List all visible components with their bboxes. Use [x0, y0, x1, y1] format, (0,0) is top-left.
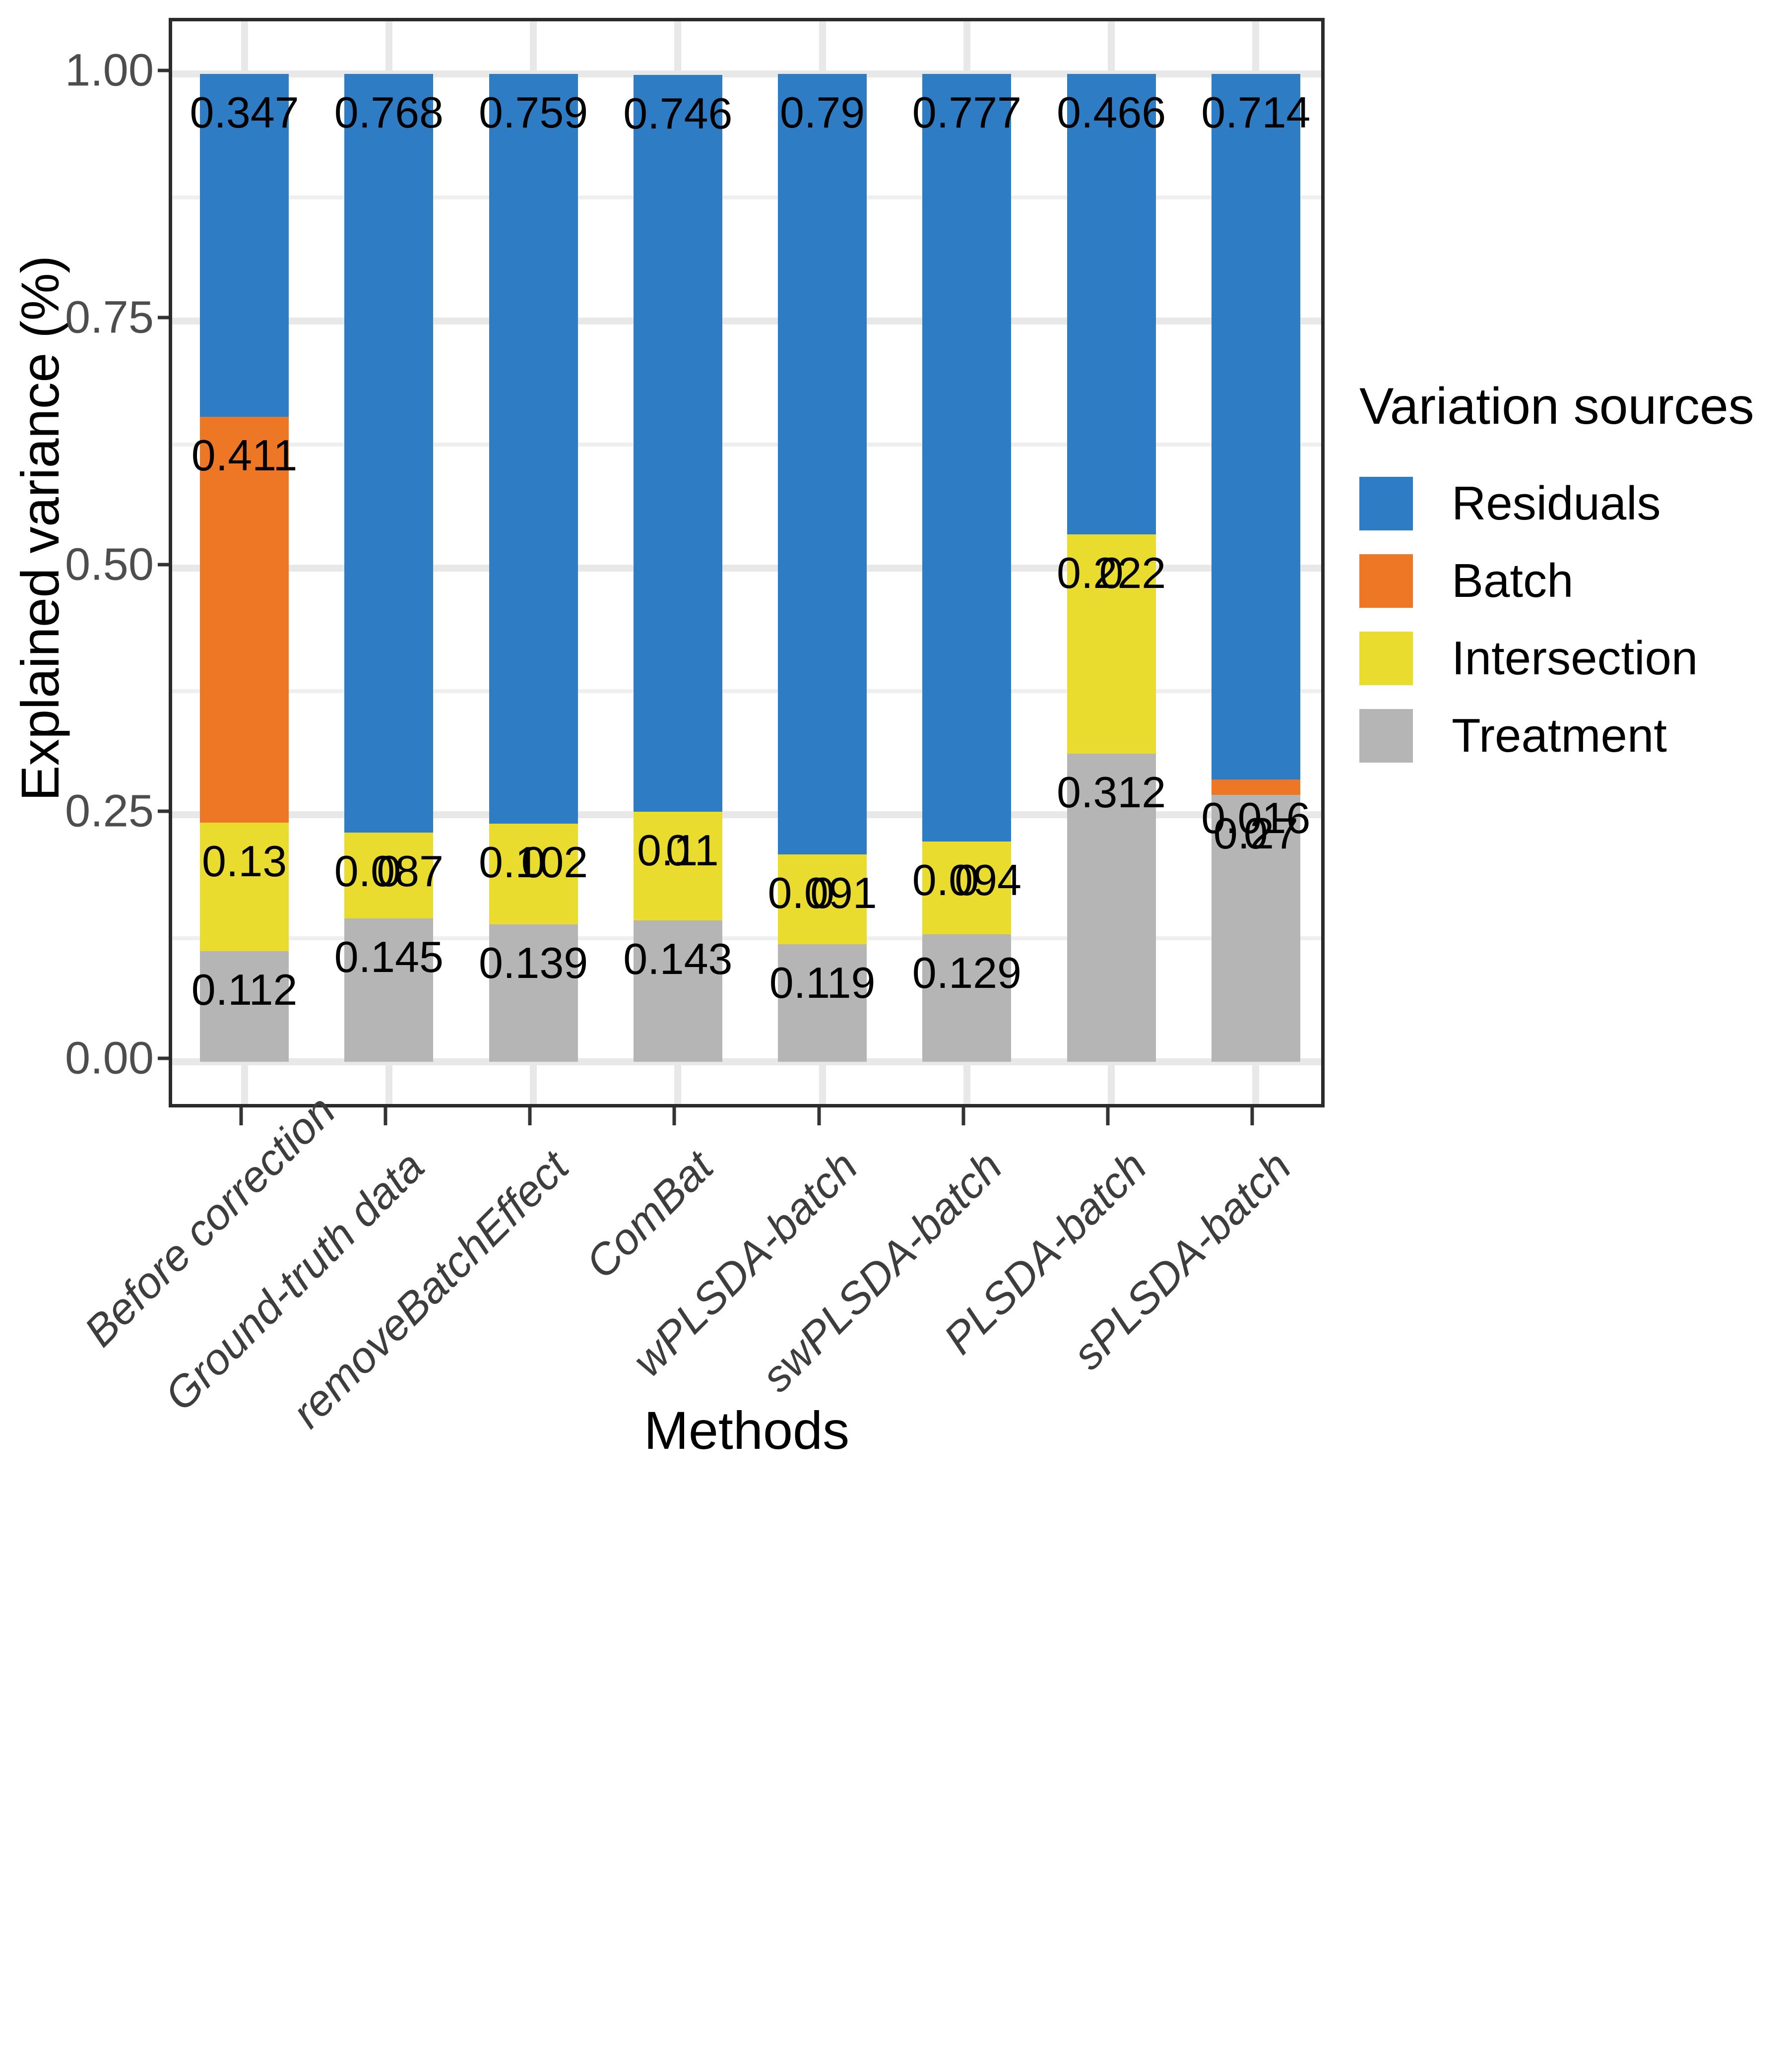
bar-value-label: 0.347 — [190, 88, 299, 137]
bar-value-label: 0 — [521, 838, 546, 887]
y-axis-tick-label: 0.00 — [64, 1033, 154, 1084]
bar-segment-residuals[interactable] — [922, 74, 1012, 842]
bar-value-label: 0.143 — [623, 934, 733, 984]
bar-value-label: 0.714 — [1201, 88, 1311, 137]
x-axis-tick-mark — [817, 1107, 821, 1125]
bar-column[interactable]: 0.112 0.13 0.411 0.347 — [190, 21, 299, 1104]
bar-value-label: 0.466 — [1057, 88, 1166, 137]
bar-column[interactable]: 0.119 0.091 0 0.79 — [768, 21, 877, 1104]
bar-value-label: 0.312 — [1057, 767, 1166, 817]
bar-value-label: 0.79 — [779, 88, 865, 137]
legend-items: Residuals Batch Intersection Treatment — [1359, 465, 1766, 775]
bar-segment-residuals[interactable] — [778, 74, 867, 854]
bar-value-label: 0 — [377, 846, 401, 896]
bar-value-label: 0.112 — [191, 965, 298, 1014]
bar-value-label: 0.13 — [201, 837, 287, 886]
legend-item-label: Residuals — [1452, 477, 1661, 530]
x-axis-tick-mark — [1106, 1107, 1110, 1125]
legend-title: Variation sources — [1359, 378, 1754, 435]
x-axis-title: Methods — [643, 1400, 850, 1460]
legend-item-residuals[interactable]: Residuals — [1359, 465, 1766, 542]
legend-swatch-icon — [1359, 709, 1413, 763]
plot-panel: 0.112 0.13 0.411 0.347 0.145 0.087 0 0.768 0.139… — [169, 18, 1325, 1107]
bar-value-label: 0.129 — [912, 948, 1021, 998]
variation-sources-stacked-bar-chart: Explained variance (%) 0.00 0.25 0.50 0.75 1… — [0, 0, 1786, 1489]
bar-column[interactable]: 0.312 0.222 0 0.466 — [1057, 21, 1166, 1104]
y-axis-tick-label: 1.00 — [64, 45, 154, 96]
legend-item-label: Intersection — [1452, 632, 1698, 685]
legend-item-label: Treatment — [1452, 709, 1667, 762]
legend-item-intersection[interactable]: Intersection — [1359, 620, 1766, 697]
bar-value-label: 0.145 — [334, 932, 444, 982]
bar-column[interactable]: 0.145 0.087 0 0.768 — [334, 21, 444, 1104]
bar-value-label: 0.139 — [479, 938, 588, 988]
bar-column[interactable]: 0.27 0 0.016 0.714 — [1201, 21, 1310, 1104]
x-axis-tick-mark — [672, 1107, 676, 1125]
bar-value-label: 0.768 — [334, 88, 444, 137]
bar-segment-residuals[interactable] — [489, 74, 578, 824]
bar-column[interactable]: 0.129 0.094 0 0.777 — [912, 21, 1021, 1104]
bar-value-label: 0.746 — [623, 88, 733, 138]
bar-value-label: 0.119 — [769, 958, 876, 1008]
legend-item-label: Batch — [1452, 554, 1574, 607]
bar-value-label: 0.759 — [479, 88, 588, 137]
bar-segment-residuals[interactable] — [1067, 74, 1156, 534]
x-axis-tick-mark — [961, 1107, 965, 1125]
x-axis-tick-mark — [528, 1107, 532, 1125]
y-axis-tick-mark — [158, 68, 169, 72]
y-axis-tick-mark — [158, 316, 169, 320]
bar-column[interactable]: 0.139 0.102 0 0.759 — [479, 21, 588, 1104]
bar-segment-residuals[interactable] — [344, 74, 434, 833]
x-axis-tick-mark — [239, 1107, 243, 1125]
y-axis-tick-label: 0.50 — [64, 539, 154, 589]
y-axis-tick-label: 0.25 — [64, 785, 154, 837]
y-axis-tick-label: 0.75 — [64, 292, 154, 343]
x-axis-tick-mark — [383, 1107, 387, 1125]
legend-item-treatment[interactable]: Treatment — [1359, 697, 1766, 775]
bar-value-label: 0.777 — [912, 88, 1021, 137]
bar-value-label: 0.016 — [1201, 793, 1311, 842]
legend: Variation sources Residuals Batch Intersec… — [1359, 377, 1766, 775]
bar-column[interactable]: 0.143 0.11 0 0.746 — [623, 21, 732, 1104]
bar-segment-residuals[interactable] — [633, 74, 722, 812]
bar-value-label: 0.411 — [191, 430, 298, 480]
y-axis-tick-mark — [158, 563, 169, 566]
bar-value-label: 0 — [665, 826, 690, 875]
y-axis-tick-mark — [158, 1056, 169, 1060]
legend-swatch-icon — [1359, 554, 1413, 608]
legend-item-batch[interactable]: Batch — [1359, 542, 1766, 620]
legend-swatch-icon — [1359, 477, 1413, 530]
bar-value-label: 0 — [955, 855, 979, 905]
x-axis-tick-mark — [1250, 1107, 1254, 1125]
bar-segment-residuals[interactable] — [1211, 74, 1300, 779]
legend-swatch-icon — [1359, 632, 1413, 685]
bar-value-label: 0 — [1099, 548, 1124, 597]
y-axis-tick-mark — [158, 809, 169, 813]
bar-value-label: 0 — [810, 868, 835, 917]
